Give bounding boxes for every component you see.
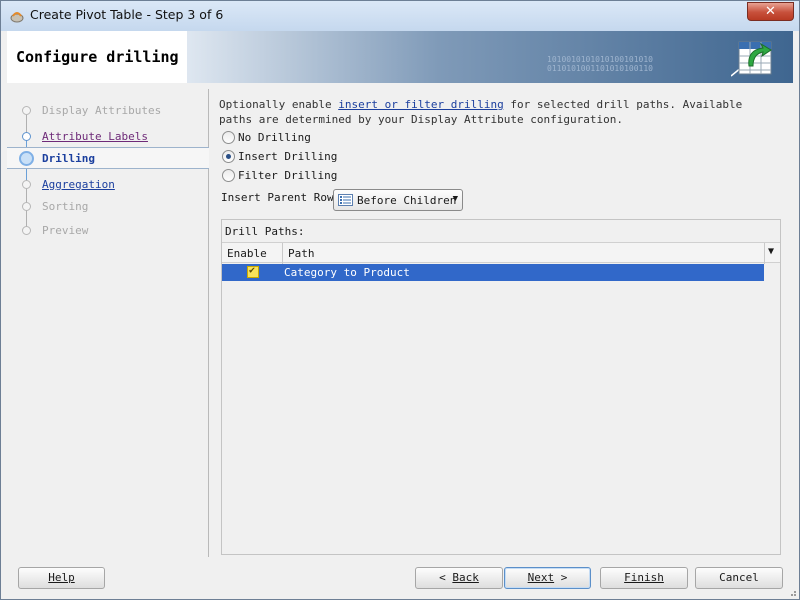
no-drilling-radio[interactable]: No Drilling: [222, 130, 422, 146]
wizard-header: Configure drilling 101001010101010010101…: [7, 31, 793, 83]
cancel-button[interactable]: Cancel: [695, 567, 783, 589]
next-button[interactable]: Next >: [504, 567, 591, 589]
insert-parent-row-dropdown[interactable]: Before Children ▼: [333, 189, 463, 211]
window-title: Create Pivot Table - Step 3 of 6: [30, 7, 224, 22]
app-icon: [10, 12, 24, 23]
back-button[interactable]: < Back: [415, 567, 503, 589]
step-display-attributes: Display Attributes: [7, 100, 209, 122]
list-icon: [338, 194, 353, 206]
table-row[interactable]: Category to Product: [222, 264, 764, 281]
wizard-steps-nav: Display Attributes Attribute Labels Dril…: [7, 89, 209, 557]
insert-parent-row-label: Insert Parent Row:: [221, 191, 341, 204]
drill-path-cell[interactable]: Category to Product: [284, 266, 410, 279]
drill-paths-panel: Drill Paths: Enable Path ▼ Category to P…: [221, 219, 781, 555]
radio-circle-icon[interactable]: [222, 131, 235, 144]
column-menu-icon[interactable]: ▼: [768, 246, 774, 257]
step-aggregation[interactable]: Aggregation: [7, 174, 209, 196]
step-bullet-icon: [22, 132, 31, 141]
filter-drilling-radio[interactable]: Filter Drilling: [222, 168, 422, 184]
insert-filter-drilling-link[interactable]: insert or filter drilling: [338, 98, 504, 111]
step-bullet-icon: [22, 202, 31, 211]
insert-drilling-radio[interactable]: Insert Drilling: [222, 149, 422, 165]
step-preview: Preview: [7, 220, 209, 242]
drill-paths-table-header: Enable Path ▼: [222, 242, 780, 264]
title-bar[interactable]: Create Pivot Table - Step 3 of 6 ✕: [1, 1, 799, 31]
page-title: Configure drilling: [16, 48, 179, 66]
column-header-enable[interactable]: Enable: [227, 247, 267, 260]
step-bullet-icon: [22, 180, 31, 189]
chevron-right-icon: >: [554, 571, 568, 584]
wizard-dialog: Create Pivot Table - Step 3 of 6 ✕ Confi…: [0, 0, 800, 600]
step-sorting: Sorting: [7, 196, 209, 218]
step-attribute-labels[interactable]: Attribute Labels: [7, 126, 209, 148]
step-bullet-icon: [22, 226, 31, 235]
step-description: Optionally enable insert or filter drill…: [219, 98, 743, 126]
enable-checkbox[interactable]: [247, 265, 259, 278]
chevron-left-icon: <: [439, 571, 453, 584]
drill-paths-label: Drill Paths:: [225, 225, 305, 238]
header-binary-decoration: 1010010101010100101010 01101010011010101…: [547, 55, 653, 73]
radio-circle-icon[interactable]: [222, 169, 235, 182]
radio-selected-icon[interactable]: [222, 150, 235, 163]
finish-button[interactable]: Finish: [600, 567, 688, 589]
resize-grip-icon[interactable]: [787, 587, 797, 597]
step-drilling[interactable]: Drilling: [7, 147, 209, 169]
chevron-down-icon[interactable]: ▼: [453, 194, 458, 204]
help-button[interactable]: Help: [18, 567, 105, 589]
step-bullet-icon: [22, 106, 31, 115]
column-header-path[interactable]: Path: [288, 247, 315, 260]
pivot-table-wizard-icon: [731, 41, 772, 77]
current-step-icon: [19, 151, 34, 166]
close-button[interactable]: ✕: [747, 2, 794, 21]
parent-row-selected-value: Before Children: [357, 194, 457, 207]
drill-paths-table-body: [222, 281, 780, 554]
